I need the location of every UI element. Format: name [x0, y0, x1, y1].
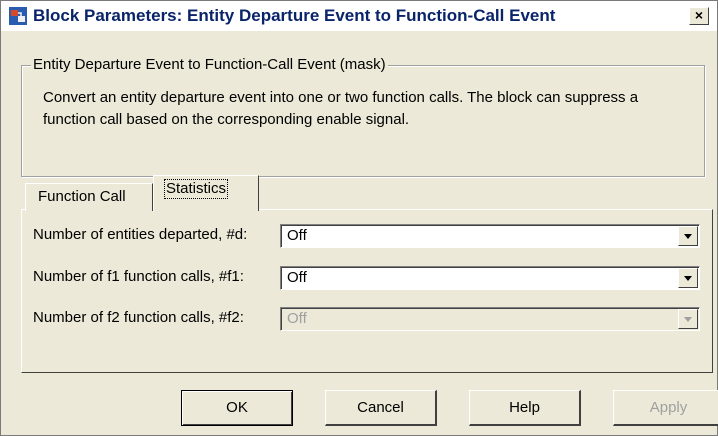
param-label-f2-calls: Number of f2 function calls, #f2: — [33, 309, 244, 326]
window-title: Block Parameters: Entity Departure Event… — [33, 6, 556, 25]
param-label-entities-departed: Number of entities departed, #d: — [33, 226, 248, 243]
tab-statistics-label: Statistics — [164, 179, 229, 199]
dropdown-value: Off — [287, 269, 307, 286]
dropdown-value: Off — [287, 227, 307, 244]
chevron-down-icon — [678, 309, 698, 329]
help-button[interactable]: Help — [469, 390, 581, 426]
f1-calls-dropdown[interactable]: Off — [280, 266, 700, 290]
tab-statistics[interactable]: Statistics — [153, 175, 259, 211]
close-button[interactable]: × — [689, 7, 709, 25]
chevron-down-icon[interactable] — [678, 268, 698, 288]
dialog-window: Block Parameters: Entity Departure Event… — [0, 0, 718, 436]
ok-button[interactable]: OK — [181, 390, 293, 426]
title-bar[interactable]: Block Parameters: Entity Departure Event… — [1, 1, 717, 31]
entities-departed-dropdown[interactable]: Off — [280, 224, 700, 248]
chevron-down-icon[interactable] — [678, 226, 698, 246]
apply-button: Apply — [613, 390, 718, 426]
param-label-f1-calls: Number of f1 function calls, #f1: — [33, 268, 244, 285]
cancel-button[interactable]: Cancel — [325, 390, 437, 426]
simulink-block-icon — [9, 7, 27, 25]
block-description: Convert an entity departure event into o… — [43, 89, 639, 128]
dropdown-value: Off — [287, 310, 307, 327]
f2-calls-dropdown: Off — [280, 307, 700, 331]
group-legend: Entity Departure Event to Function-Call … — [31, 56, 388, 73]
tab-function-call[interactable]: Function Call — [25, 183, 153, 211]
